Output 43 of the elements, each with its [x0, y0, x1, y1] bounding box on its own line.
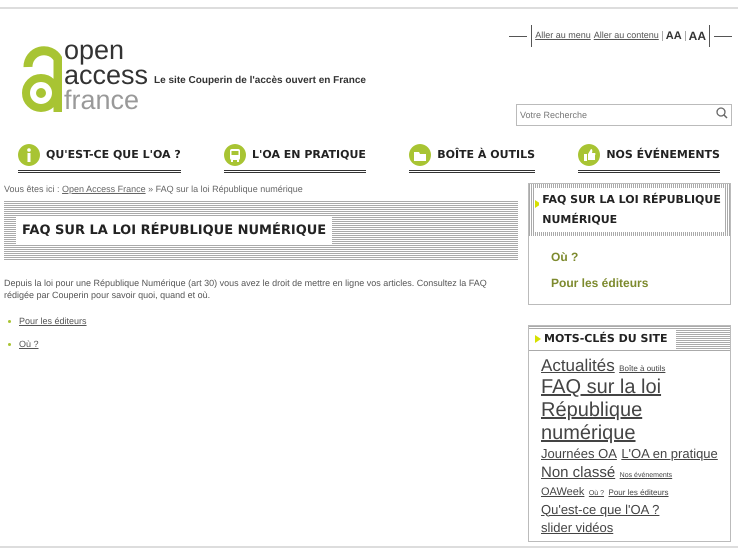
tag-link[interactable]: Non classé — [541, 464, 616, 481]
tag-link[interactable]: Qu'est-ce que l'OA ? — [541, 502, 660, 517]
tagline: Le site Couperin de l'accès ouvert en France — [154, 74, 366, 88]
skip-link[interactable]: Aller au menu — [535, 29, 591, 43]
breadcrumb-link[interactable]: Open Access France — [62, 184, 146, 194]
intro-paragraph: Depuis la loi pour une République Numérique (art 30) vous avez le droit de mettre en ligne vos articles. Consultez la FAQ rédigée par Couperin pour savoir quoi, quand et où. — [4, 276, 488, 300]
skip-link[interactable]: Aller au contenu — [594, 29, 659, 43]
info-icon — [18, 144, 40, 166]
content-link[interactable]: Où ? — [19, 338, 39, 352]
tag-link[interactable]: L'OA en pratique — [621, 446, 718, 462]
content-link[interactable]: Pour les éditeurs — [19, 314, 87, 328]
tag-link[interactable]: Actualités — [541, 356, 615, 375]
breadcrumb-separator: » — [148, 184, 154, 194]
bus-icon — [224, 144, 246, 166]
page-title: FAQ SUR LA LOI RÉPUBLIQUE NUMÉRIQUE — [16, 216, 332, 244]
sidebar-title: MOTS-CLÉS DU SITE — [544, 330, 668, 347]
nav-link[interactable]: L'OA EN PRATIQUE — [224, 144, 366, 173]
search-icon[interactable] — [716, 107, 728, 119]
tag-link[interactable]: FAQ sur la loi République numérique — [541, 376, 718, 446]
tag-link[interactable]: Boîte à outils — [619, 364, 666, 373]
nav-link[interactable]: QU'EST-CE QUE L'OA ? — [18, 144, 181, 173]
sidebar-link[interactable]: Où ? — [551, 248, 708, 266]
folder-icon — [409, 144, 432, 166]
sidebar-link[interactable]: Pour les éditeurs — [551, 274, 708, 292]
tag-link[interactable]: OAWeek — [541, 486, 584, 498]
tag-link[interactable]: Journées OA — [541, 446, 617, 462]
thumb-icon — [578, 144, 600, 166]
nav-link[interactable]: NOS ÉVÉNEMENTS — [578, 144, 720, 173]
bullet-icon — [8, 320, 11, 323]
breadcrumb-label: Vous êtes ici : — [4, 184, 60, 194]
breadcrumb-current: FAQ sur la loi République numérique — [156, 184, 303, 194]
increase-font-button[interactable]: AA — [666, 28, 682, 44]
nav-link[interactable]: BOÎTE À OUTILS — [409, 144, 536, 173]
arrow-icon — [535, 335, 541, 343]
decrease-font-button[interactable]: AA — [688, 27, 706, 45]
search-field[interactable]: Votre Recherche — [516, 104, 732, 126]
bullet-icon — [8, 343, 11, 346]
logo-text: open — [64, 38, 126, 63]
logo-text: france — [64, 88, 140, 113]
tag-link[interactable]: Pour les éditeurs — [608, 488, 669, 498]
arrow-icon — [535, 200, 540, 208]
tag-link[interactable]: slider vidéos — [541, 520, 614, 535]
sidebar-title: FAQ SUR LA LOI RÉPUBLIQUE NUMÉRIQUE — [542, 192, 722, 228]
